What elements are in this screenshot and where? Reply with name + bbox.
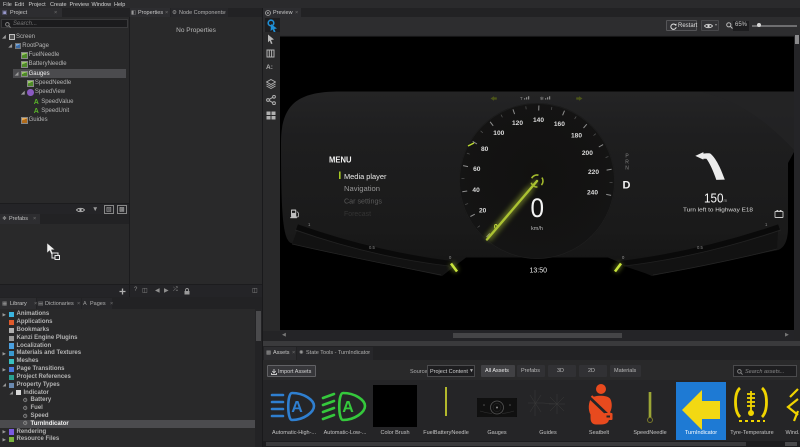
svg-text:60: 60 [473, 166, 481, 173]
svg-text:220: 220 [588, 169, 599, 176]
svg-text:40: 40 [472, 187, 480, 194]
svg-text:100: 100 [493, 130, 504, 137]
svg-text:150: 150 [704, 191, 724, 206]
svg-text:20: 20 [479, 207, 487, 214]
svg-text:MENU: MENU [329, 156, 352, 165]
svg-text:A: A [342, 399, 354, 416]
svg-text:13:50: 13:50 [530, 266, 548, 275]
svg-text:N: N [625, 166, 629, 172]
svg-text:0.5: 0.5 [369, 245, 375, 250]
svg-text:120: 120 [512, 120, 523, 127]
svg-text:A: A [291, 399, 303, 416]
svg-text:0.5: 0.5 [697, 245, 703, 250]
svg-text:D: D [623, 180, 631, 192]
svg-text:km/h: km/h [531, 226, 543, 232]
svg-text:Navigation: Navigation [344, 186, 380, 193]
svg-text:T: T [520, 96, 523, 101]
svg-text:m: m [724, 198, 728, 203]
svg-text:Forecast: Forecast [344, 211, 371, 218]
svg-text:0: 0 [531, 193, 545, 223]
svg-text:140: 140 [533, 117, 544, 124]
svg-text:Media player: Media player [344, 174, 387, 181]
svg-text:Car settings: Car settings [344, 199, 382, 206]
svg-text:❇: ❇ [540, 96, 544, 101]
svg-text:200: 200 [582, 150, 593, 157]
svg-text:180: 180 [571, 133, 582, 140]
svg-text:240: 240 [587, 189, 598, 196]
svg-text:160: 160 [554, 121, 565, 128]
svg-text:80: 80 [481, 146, 489, 153]
svg-text:Turn left to Highway E18: Turn left to Highway E18 [683, 208, 753, 214]
